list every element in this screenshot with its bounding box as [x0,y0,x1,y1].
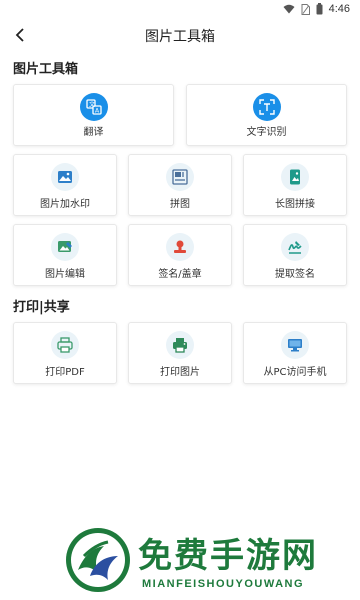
watermark-subtitle: MIANFEISHOUYOUWANG [142,578,305,590]
tool-card-image-edit[interactable]: 图片编辑 [13,224,117,286]
tool-label: 打印PDF [45,367,85,378]
collage-icon [166,163,194,191]
status-icons: 4:46 [283,2,350,16]
tool-label: 长图拼接 [275,199,315,210]
print-pdf-icon [51,331,79,359]
print-image-icon [166,331,194,359]
image-edit-icon [51,233,79,261]
translate-icon: 文A [79,93,108,121]
tool-label: 打印图片 [160,367,200,378]
long-image-icon [281,163,309,191]
text-recognition-icon [252,93,281,121]
tool-card-print-image[interactable]: 打印图片 [128,322,232,384]
watermark: 免费手游网 MIANFEISHOUYOUWANG [60,526,360,600]
pc-access-icon [281,331,309,359]
section-title-print-share: 打印|共享 [13,300,70,315]
extract-signature-icon [281,233,309,261]
tool-card-pc-access[interactable]: 从PC访问手机 [243,322,347,384]
status-time: 4:46 [328,3,350,15]
page-title: 图片工具箱 [145,29,215,45]
tool-label: 翻译 [83,127,104,138]
tool-card-long-image[interactable]: 长图拼接 [243,154,347,216]
tool-label: 图片加水印 [40,199,90,210]
wifi-icon [283,4,295,14]
tool-card-image-watermark[interactable]: 图片加水印 [13,154,117,216]
tool-card-extract-signature[interactable]: 提取签名 [243,224,347,286]
tool-label: 签名/盖章 [158,269,202,280]
battery-icon [316,3,323,15]
tool-label: 从PC访问手机 [263,367,327,378]
tool-card-text-recognition[interactable]: 文字识别 [186,84,347,146]
image-watermark-icon [51,163,79,191]
sim-icon [301,3,310,15]
tool-card-print-pdf[interactable]: 打印PDF [13,322,117,384]
tool-card-signature-stamp[interactable]: 签名/盖章 [128,224,232,286]
watermark-logo-icon [64,526,132,594]
tool-label: 拼图 [170,199,190,210]
header: 图片工具箱 [0,18,360,52]
tool-label: 文字识别 [246,127,287,138]
status-bar: 4:46 [0,0,360,18]
signature-stamp-icon [166,233,194,261]
tool-card-translate[interactable]: 文A 翻译 [13,84,174,146]
tool-label: 提取签名 [275,269,315,280]
section-title-image-tools: 图片工具箱 [13,62,79,77]
watermark-title: 免费手游网 [138,536,318,576]
tool-card-collage[interactable]: 拼图 [128,154,232,216]
tool-label: 图片编辑 [45,269,85,280]
